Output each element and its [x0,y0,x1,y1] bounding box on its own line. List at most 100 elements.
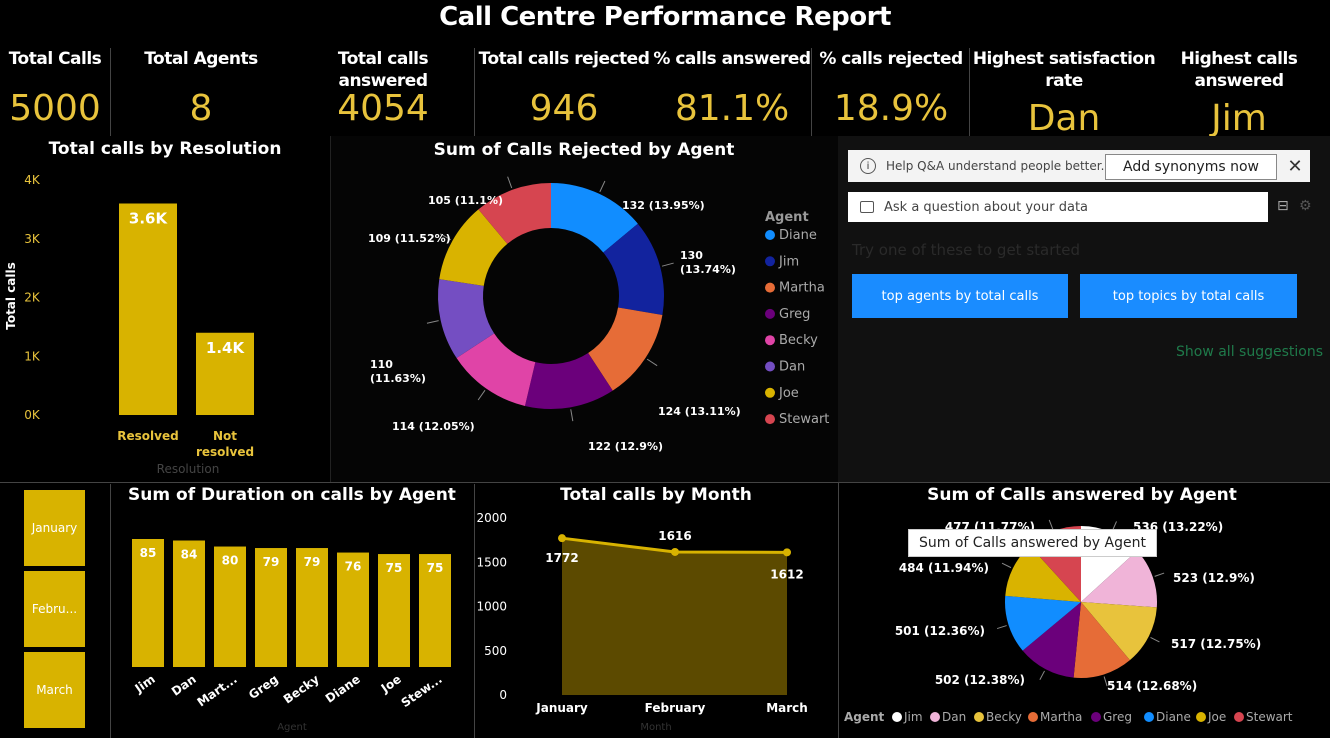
data-label: 130 [680,249,703,262]
add-synonyms-button[interactable]: Add synonyms now [1105,154,1277,180]
data-label: 1.4K [206,339,246,357]
x-tick-label: Dan [169,672,199,699]
data-label: 501 (12.36%) [895,624,985,638]
divider [110,48,111,136]
leader-line [1048,519,1054,530]
divider [969,48,970,136]
gear-icon[interactable]: ⚙ [1299,198,1312,214]
x-tick-label: Greg [246,672,281,702]
legend-marker [1144,712,1154,722]
data-label: 76 [345,560,362,574]
x-tick-label: Mart... [195,672,240,709]
legend-marker [1234,712,1244,722]
kpi-value: 8 [189,88,213,129]
data-label: 105 (11.1%) [428,194,503,207]
kpi-value: 5000 [9,88,101,129]
qa-ask-placeholder: Ask a question about your data [884,199,1089,215]
qa-ask-input[interactable]: Ask a question about your data [848,192,1268,222]
kpi-label: Total calls rejected [478,49,650,69]
month-slicer-item[interactable]: January [24,490,85,566]
rejected-donut-chart: Sum of Calls Rejected by Agent 132 (13.9… [368,140,829,453]
resolution-chart: Total calls by Resolution Total calls 0K… [4,139,281,476]
legend-item: Martha [1040,710,1082,724]
legend-item: Joe [778,386,799,401]
legend-marker [1196,712,1206,722]
legend-marker [765,256,775,267]
x-tick-label: February [645,701,706,715]
chart-title: Sum of Calls Rejected by Agent [434,140,735,160]
data-label: 109 (11.52%) [368,232,451,245]
data-label: 80 [222,554,239,568]
legend-marker [765,308,775,319]
x-tick-label: resolved [196,445,254,459]
leader-line [661,262,674,267]
data-label: 132 (13.95%) [622,199,705,212]
y-tick-label: 2000 [476,511,507,525]
kpi-label: Total calls answered [337,49,429,91]
data-label: 110 [370,358,393,371]
data-label: 1772 [545,551,578,565]
month-slicer-item[interactable]: Febru... [24,571,85,647]
legend-marker [765,230,775,240]
info-icon: i [860,158,876,174]
legend-item: Diane [1156,710,1191,724]
divider [811,48,812,136]
leader-line [426,320,439,324]
area-fill [562,538,787,695]
kpi-label: Total Agents [144,49,258,69]
kpi-label: Total Calls [8,49,102,69]
legend-marker [892,712,902,722]
data-label: 484 (11.94%) [899,561,989,575]
chart-title: Sum of Duration on calls by Agent [128,485,456,505]
month-area-chart: Total calls by Month 0 500 1000 1500 2000 177… [476,485,808,733]
qa-hint: Try one of these to get started [852,241,1081,259]
x-tick-label: March [766,701,808,715]
x-tick-label: Diane [323,672,363,706]
data-label: 114 (12.05%) [392,420,475,433]
legend-marker [765,335,775,346]
legend-item: Greg [779,307,810,322]
legend-item: Dan [779,360,805,375]
legend-marker [765,414,775,425]
chart-title: Total calls by Month [560,485,752,505]
kpi-value: 81.1% [674,88,790,129]
data-label: 79 [304,555,321,569]
legend-item: Stewart [779,412,829,427]
suggestion-top-agents-button[interactable]: top agents by total calls [852,274,1068,318]
y-tick-label: 0K [24,408,41,422]
duration-chart: Sum of Duration on calls by Agent 85 Jim 8… [128,485,456,733]
show-all-suggestions-link[interactable]: Show all suggestions [1176,344,1323,360]
data-label: 122 (12.9%) [588,440,663,453]
suggestion-top-topics-button[interactable]: top topics by total calls [1080,274,1297,318]
y-tick-label: 3K [24,232,41,246]
legend-marker [765,387,775,398]
x-tick-label: Jim [132,672,158,696]
chart-title: Sum of Calls answered by Agent [927,485,1237,505]
x-tick-label: Joe [378,672,404,696]
month-slicer-item[interactable]: March [24,652,85,728]
x-tick-label: Not [213,429,237,443]
kpi-label: Highest calls answered [1180,49,1298,91]
bar [119,203,177,415]
data-label: 1612 [770,567,803,581]
leader-line [646,358,658,367]
leader-line [1154,572,1165,577]
legend-marker [1028,712,1038,722]
legend-marker [974,712,984,722]
legend-item: Martha [779,281,825,296]
data-label: 523 (12.9%) [1173,571,1255,585]
field-list-icon[interactable]: ⊟ [1277,198,1289,214]
kpi-value: 18.9% [833,88,949,129]
leader-line [477,389,486,401]
kpi-label: Highest satisfaction rate [972,49,1156,91]
data-label: 517 (12.75%) [1171,637,1261,651]
chat-icon [860,201,874,213]
x-axis-label: Resolution [157,462,220,476]
leader-line [1150,636,1160,643]
leader-line [1001,562,1012,569]
close-icon[interactable]: ✕ [1285,156,1305,177]
legend-marker [765,361,775,372]
y-axis-label: Total calls [4,262,18,330]
qa-banner-text: Help Q&A understand people better... [886,159,1113,173]
data-label: 75 [386,561,403,575]
